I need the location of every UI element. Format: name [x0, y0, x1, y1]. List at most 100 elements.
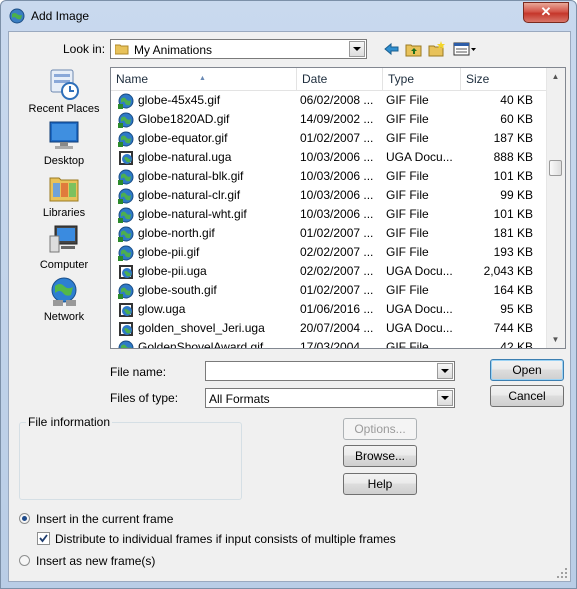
file-row[interactable]: globe-natural-clr.gif 10/03/2006 ... GIF F… — [111, 186, 547, 205]
file-size-cell: 164 KB — [493, 283, 533, 297]
column-date-label: Date — [302, 72, 328, 86]
gif-file-icon — [118, 169, 134, 185]
options-button[interactable]: Options... — [343, 418, 417, 440]
column-name-label: Name — [116, 72, 149, 86]
folder-icon — [115, 44, 129, 55]
close-button[interactable]: ✕ — [523, 2, 569, 23]
insert-current-frame-radio[interactable] — [19, 513, 30, 524]
scroll-thumb[interactable] — [549, 160, 562, 176]
file-row[interactable]: globe-pii.gif 02/02/2007 ... GIF File 193 K… — [111, 243, 547, 262]
place-desktop[interactable]: Desktop — [18, 118, 110, 168]
place-computer[interactable]: Computer — [18, 222, 110, 272]
file-row[interactable]: Globe1820AD.gif 14/09/2002 ... GIF File 60 … — [111, 110, 547, 129]
gif-file-icon — [118, 207, 134, 223]
back-arrow-icon[interactable] — [383, 41, 401, 57]
gif-file-icon — [118, 283, 134, 299]
place-label: Libraries — [42, 207, 86, 219]
file-row[interactable]: globe-45x45.gif 06/02/2008 ... GIF File 40 … — [111, 91, 547, 110]
file-list[interactable]: Name ▲ Date Type Size globe-45x45.gif 06/… — [110, 67, 566, 349]
column-header-name[interactable]: Name ▲ — [111, 68, 297, 90]
file-type-cell: GIF File — [386, 169, 429, 183]
gif-file-icon — [118, 340, 134, 348]
help-button[interactable]: Help — [343, 473, 417, 495]
file-row[interactable]: golden_shovel_Jeri.uga 20/07/2004 ... UGA … — [111, 319, 547, 338]
cancel-button[interactable]: Cancel — [490, 385, 564, 407]
file-type-cell: UGA Docu... — [386, 264, 453, 278]
uga-file-icon — [119, 303, 133, 317]
look-in-dropdown[interactable]: My Animations — [110, 39, 367, 59]
file-size-cell: 95 KB — [500, 302, 533, 316]
place-network[interactable]: Network — [18, 274, 110, 324]
file-date-cell: 10/03/2006 ... — [300, 150, 374, 164]
file-type-cell: UGA Docu... — [386, 321, 453, 335]
add-image-dialog: Add Image ✕ Look in: My Animations Recen… — [0, 0, 577, 589]
insert-current-frame-label[interactable]: Insert in the current frame — [36, 512, 173, 526]
file-list-scrollbar[interactable]: ▲ ▼ — [546, 68, 565, 348]
column-header-size[interactable]: Size — [461, 68, 547, 90]
open-button[interactable]: Open — [490, 359, 564, 381]
place-label: Desktop — [43, 155, 85, 167]
file-name-cell: globe-equator.gif — [138, 131, 228, 145]
file-row[interactable]: globe-natural-blk.gif 10/03/2006 ... GIF F… — [111, 167, 547, 186]
file-name-cell: globe-pii.uga — [138, 264, 207, 278]
insert-new-frames-radio[interactable] — [19, 555, 30, 566]
column-header-type[interactable]: Type — [383, 68, 461, 90]
file-name-dropdown-button[interactable] — [437, 363, 453, 379]
file-name-cell: globe-north.gif — [138, 226, 215, 240]
file-row[interactable]: glow.uga 01/06/2016 ... UGA Docu... 95 KB — [111, 300, 547, 319]
file-list-header: Name ▲ Date Type Size — [111, 68, 547, 91]
app-globe-icon — [9, 8, 25, 24]
recent-places-icon — [50, 69, 79, 100]
look-in-value: My Animations — [134, 43, 213, 57]
file-row[interactable]: globe-north.gif 01/02/2007 ... GIF File 181… — [111, 224, 547, 243]
places-bar: Recent Places Desktop Libraries Computer… — [18, 66, 110, 346]
distribute-frames-checkbox[interactable] — [37, 532, 50, 545]
scroll-down-icon[interactable]: ▼ — [547, 331, 564, 348]
file-type-cell: UGA Docu... — [386, 150, 453, 164]
new-folder-icon[interactable] — [428, 41, 446, 57]
view-menu-icon[interactable] — [453, 41, 477, 57]
file-name-input[interactable] — [207, 363, 439, 379]
scroll-up-icon[interactable]: ▲ — [547, 68, 564, 85]
insert-new-frames-label[interactable]: Insert as new frame(s) — [36, 554, 155, 568]
file-information-label: File information — [26, 415, 113, 429]
file-name-label: File name: — [110, 365, 167, 379]
open-button-label: Open — [512, 363, 542, 377]
files-of-type-label: Files of type: — [110, 391, 179, 405]
file-size-cell: 42 KB — [500, 340, 533, 349]
uga-file-icon — [119, 151, 133, 165]
file-row[interactable]: globe-equator.gif 01/02/2007 ... GIF File 1… — [111, 129, 547, 148]
resize-grip-icon[interactable] — [556, 567, 568, 579]
file-type-cell: GIF File — [386, 245, 429, 259]
place-recent-places[interactable]: Recent Places — [18, 66, 110, 116]
column-header-date[interactable]: Date — [297, 68, 383, 90]
file-row[interactable]: globe-south.gif 01/02/2007 ... GIF File 164… — [111, 281, 547, 300]
file-name-cell: globe-45x45.gif — [138, 93, 221, 107]
place-libraries[interactable]: Libraries — [18, 170, 110, 220]
files-of-type-dropdown[interactable]: All Formats — [205, 388, 455, 408]
browse-button[interactable]: Browse... — [343, 445, 417, 467]
files-of-type-value: All Formats — [209, 392, 270, 406]
distribute-frames-label[interactable]: Distribute to individual frames if input… — [55, 532, 396, 546]
file-type-cell: GIF File — [386, 131, 429, 145]
file-date-cell: 10/03/2006 ... — [300, 169, 374, 183]
file-row[interactable]: globe-natural.uga 10/03/2006 ... UGA Docu.… — [111, 148, 547, 167]
uga-file-icon — [119, 265, 133, 279]
gif-file-icon — [118, 226, 134, 242]
up-folder-icon[interactable] — [405, 41, 423, 57]
chevron-down-icon — [441, 396, 449, 400]
file-name-cell: globe-natural-blk.gif — [138, 169, 244, 183]
file-row[interactable]: globe-pii.uga 02/02/2007 ... UGA Docu... 2,… — [111, 262, 547, 281]
title-bar[interactable]: Add Image ✕ — [1, 1, 576, 31]
file-row[interactable]: globe-natural-wht.gif 10/03/2006 ... GIF F… — [111, 205, 547, 224]
options-button-label: Options... — [354, 422, 406, 436]
file-type-cell: GIF File — [386, 340, 429, 349]
file-name-combo[interactable] — [205, 361, 455, 381]
gif-file-icon — [118, 112, 134, 128]
gif-file-icon — [118, 93, 134, 109]
files-of-type-dropdown-button[interactable] — [437, 390, 453, 406]
file-row[interactable]: GoldenShovelAward.gif 17/03/2004 ... GIF F… — [111, 338, 547, 349]
column-size-label: Size — [466, 72, 490, 86]
file-date-cell: 01/02/2007 ... — [300, 226, 374, 240]
look-in-dropdown-button[interactable] — [349, 41, 365, 57]
